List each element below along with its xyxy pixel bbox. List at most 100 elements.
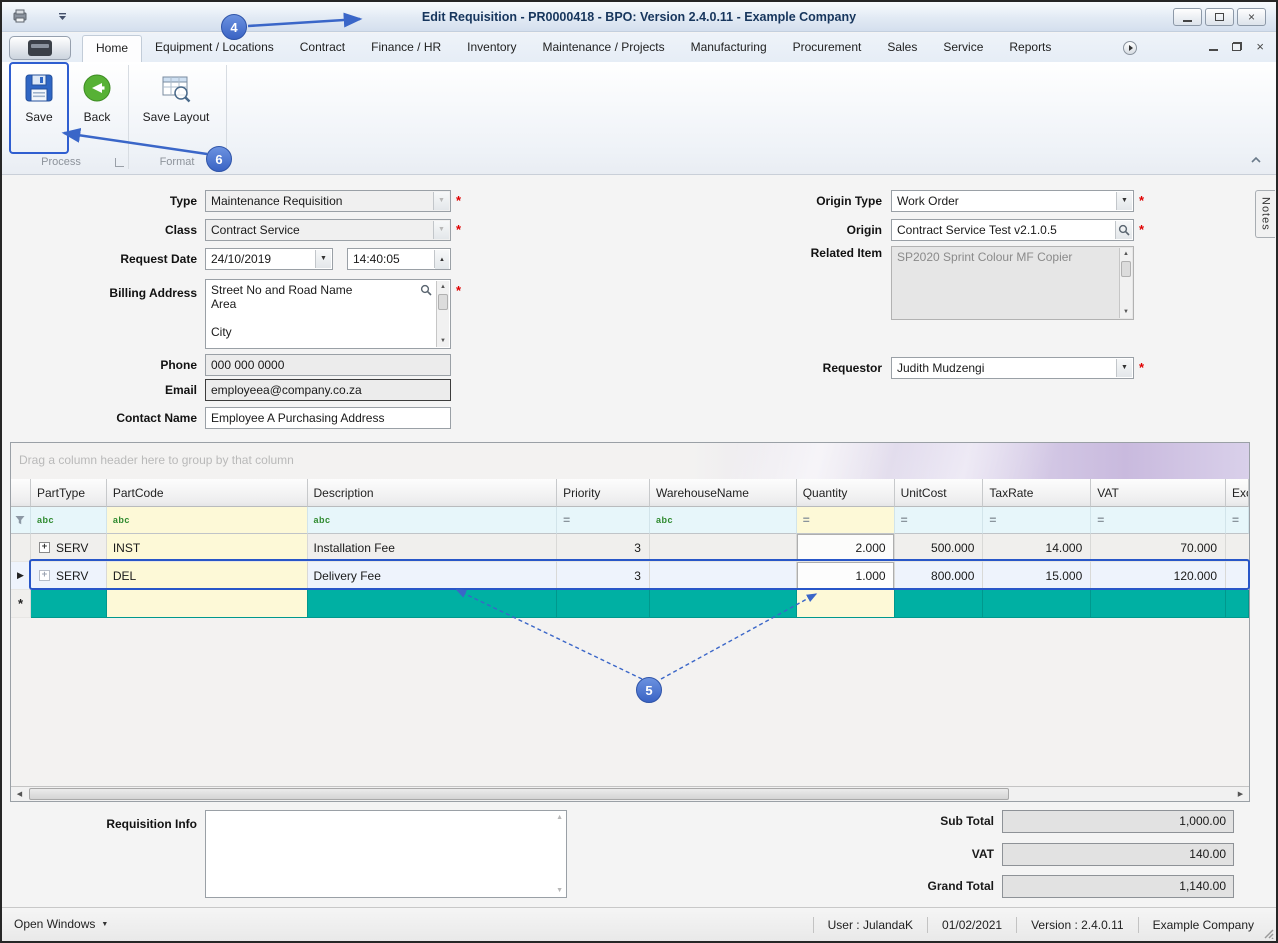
tab-scroll-button[interactable] (1123, 41, 1137, 55)
table-row-selected[interactable]: ▶ + SERV DEL Delivery Fee 3 1.000 800.000… (11, 562, 1249, 590)
billing-address-search-icon[interactable] (420, 284, 432, 296)
tab-service[interactable]: Service (930, 34, 996, 62)
cell-parttype[interactable]: + SERV (30, 534, 107, 562)
cell-taxrate[interactable] (983, 590, 1092, 618)
origin-search-button[interactable] (1115, 221, 1132, 239)
email-field[interactable]: employeea@company.co.za (205, 379, 451, 401)
maximize-button[interactable] (1205, 8, 1234, 26)
expand-icon[interactable]: + (38, 542, 50, 553)
tab-finance-hr[interactable]: Finance / HR (358, 34, 454, 62)
tab-equipment-locations[interactable]: Equipment / Locations (142, 34, 287, 62)
spinner-up-button[interactable]: ▲ (435, 250, 449, 269)
column-header-partcode[interactable]: PartCode (106, 479, 308, 507)
filter-cell-priority[interactable]: = (557, 507, 650, 534)
cell-partcode[interactable] (106, 590, 308, 618)
cell-priority[interactable] (557, 590, 650, 618)
cell-unitcost[interactable] (894, 590, 984, 618)
filter-cell-exc[interactable]: = (1226, 507, 1249, 534)
origin-type-field[interactable]: Work Order ▼ (891, 190, 1134, 212)
filter-cell-description[interactable]: abc (307, 507, 558, 534)
scrollbar-thumb[interactable] (29, 788, 1009, 800)
column-header-vat[interactable]: VAT (1091, 479, 1227, 507)
application-menu-button[interactable] (9, 36, 71, 60)
column-header-parttype[interactable]: PartType (30, 479, 107, 507)
cell-quantity[interactable]: 2.000 (796, 534, 895, 562)
cell-unitcost[interactable]: 500.000 (894, 534, 984, 562)
scroll-left-icon[interactable]: ◀ (11, 787, 28, 801)
cell-description[interactable]: Delivery Fee (307, 562, 558, 590)
column-header-exc[interactable]: Exc (1226, 479, 1249, 507)
cell-description[interactable] (307, 590, 558, 618)
tab-home[interactable]: Home (82, 35, 143, 62)
cell-vat[interactable] (1091, 590, 1227, 618)
cell-warehousename[interactable] (649, 590, 797, 618)
scroll-right-icon[interactable]: ▶ (1232, 787, 1249, 801)
cell-priority[interactable]: 3 (557, 562, 650, 590)
cell-exc[interactable] (1226, 562, 1249, 590)
tab-reports[interactable]: Reports (996, 34, 1064, 62)
table-row[interactable]: + SERV INST Installation Fee 3 2.000 500.… (11, 534, 1249, 562)
doc-close-button[interactable]: × (1256, 40, 1264, 53)
column-header-unitcost[interactable]: UnitCost (894, 479, 984, 507)
origin-type-dropdown-button[interactable]: ▼ (1116, 192, 1132, 210)
close-button[interactable]: × (1237, 8, 1266, 26)
filter-cell-unitcost[interactable]: = (894, 507, 984, 534)
tab-manufacturing[interactable]: Manufacturing (678, 34, 780, 62)
cell-unitcost[interactable]: 800.000 (894, 562, 984, 590)
scroll-up-icon[interactable]: ▲ (437, 281, 449, 293)
back-button[interactable]: Back (72, 66, 122, 150)
cell-warehousename[interactable] (649, 534, 797, 562)
requestor-field[interactable]: Judith Mudzengi ▼ (891, 357, 1134, 379)
new-row[interactable]: * (11, 590, 1249, 618)
requisition-info-field[interactable]: ▲ ▼ (205, 810, 567, 898)
scroll-down-icon[interactable]: ▼ (437, 335, 449, 347)
column-header-priority[interactable]: Priority (557, 479, 650, 507)
class-field[interactable]: Contract Service ▼ (205, 219, 451, 241)
column-header-warehousename[interactable]: WarehouseName (649, 479, 797, 507)
process-dialog-launcher-icon[interactable] (115, 158, 124, 167)
filter-cell-parttype[interactable]: abc (30, 507, 107, 534)
cell-exc[interactable] (1226, 534, 1249, 562)
cell-taxrate[interactable]: 14.000 (983, 534, 1092, 562)
scroll-down-icon[interactable]: ▼ (556, 887, 563, 894)
cell-exc[interactable] (1226, 590, 1249, 618)
cell-taxrate[interactable]: 15.000 (983, 562, 1092, 590)
contact-name-field[interactable]: Employee A Purchasing Address (205, 407, 451, 429)
scroll-up-icon[interactable]: ▲ (1120, 248, 1132, 260)
cell-description[interactable]: Installation Fee (307, 534, 558, 562)
column-header-description[interactable]: Description (307, 479, 558, 507)
cell-partcode[interactable]: INST (106, 534, 308, 562)
save-layout-button[interactable]: Save Layout (132, 66, 220, 150)
type-field[interactable]: Maintenance Requisition ▼ (205, 190, 451, 212)
scroll-up-icon[interactable]: ▲ (556, 814, 563, 821)
filter-cell-quantity[interactable]: = (796, 507, 895, 534)
cell-vat[interactable]: 120.000 (1091, 562, 1227, 590)
request-date-dropdown-button[interactable]: ▼ (315, 250, 331, 268)
tab-sales[interactable]: Sales (874, 34, 930, 62)
filter-cell-partcode[interactable]: abc (106, 507, 308, 534)
billing-address-scrollbar[interactable]: ▲ ▼ (436, 281, 449, 347)
cell-parttype[interactable] (30, 590, 107, 618)
group-by-panel[interactable]: Drag a column header here to group by th… (11, 443, 1249, 479)
cell-priority[interactable]: 3 (557, 534, 650, 562)
tab-procurement[interactable]: Procurement (780, 34, 875, 62)
requestor-dropdown-button[interactable]: ▼ (1116, 359, 1132, 377)
type-dropdown-button[interactable]: ▼ (433, 192, 449, 210)
request-time-field[interactable]: 14:40:05 ▲ ▼ (347, 248, 451, 270)
tab-maintenance-projects[interactable]: Maintenance / Projects (530, 34, 678, 62)
column-header-quantity[interactable]: Quantity (796, 479, 895, 507)
cell-vat[interactable]: 70.000 (1091, 534, 1227, 562)
grid-horizontal-scrollbar[interactable]: ◀ ▶ (11, 786, 1249, 801)
tab-contract[interactable]: Contract (287, 34, 358, 62)
expand-icon[interactable]: + (38, 570, 50, 581)
cell-quantity[interactable] (796, 590, 895, 618)
filter-cell-vat[interactable]: = (1091, 507, 1227, 534)
scroll-down-icon[interactable]: ▼ (1120, 306, 1132, 318)
open-windows-button[interactable]: Open Windows ▼ (14, 908, 108, 941)
column-header-taxrate[interactable]: TaxRate (983, 479, 1092, 507)
resize-grip-icon[interactable] (1261, 926, 1274, 939)
doc-restore-button[interactable] (1232, 42, 1243, 51)
collapse-ribbon-icon[interactable] (1250, 154, 1262, 166)
request-date-field[interactable]: 24/10/2019 ▼ (205, 248, 333, 270)
filter-cell-warehousename[interactable]: abc (649, 507, 797, 534)
